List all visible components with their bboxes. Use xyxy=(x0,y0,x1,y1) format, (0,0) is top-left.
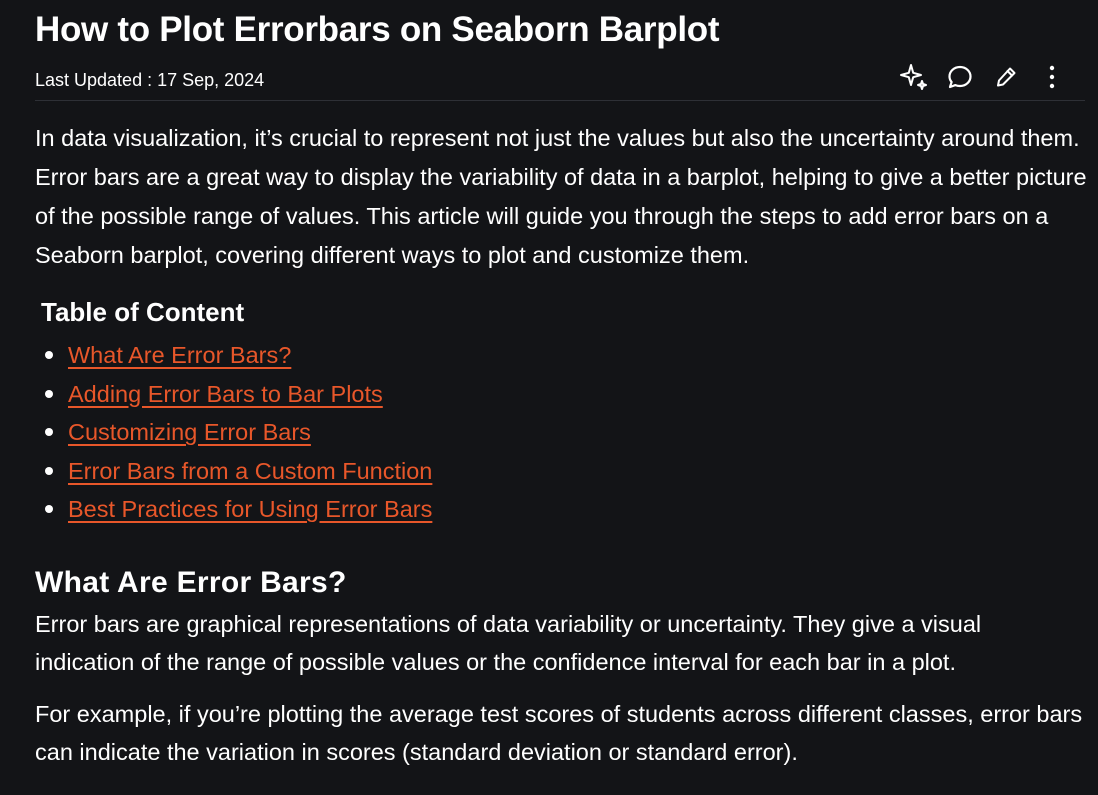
toc-link-best-practices[interactable]: Best Practices for Using Error Bars xyxy=(68,496,432,522)
toc-title: Table of Content xyxy=(41,297,245,327)
article: How to Plot Errorbars on Seaborn Barplot… xyxy=(35,0,1087,772)
toc-list: What Are Error Bars? Adding Error Bars t… xyxy=(35,336,1085,529)
article-actions xyxy=(897,60,1069,94)
bullet-icon xyxy=(45,389,53,398)
toc-link-what-are-error-bars[interactable]: What Are Error Bars? xyxy=(68,342,291,368)
section-heading: What Are Error Bars? xyxy=(35,565,347,599)
toc-item: Customizing Error Bars xyxy=(35,413,1085,452)
toc-item: Best Practices for Using Error Bars xyxy=(35,490,1085,529)
bullet-icon xyxy=(45,428,53,436)
last-updated-date: Last Updated : 17 Sep, 2024 xyxy=(35,70,265,90)
toc-item: Adding Error Bars to Bar Plots xyxy=(35,375,1085,414)
article-title: How to Plot Errorbars on Seaborn Barplot xyxy=(35,10,720,49)
section-paragraph: Error bars are graphical representations… xyxy=(35,610,982,676)
bullet-icon xyxy=(45,505,53,513)
bullet-icon xyxy=(45,466,53,475)
more-vertical-icon[interactable] xyxy=(1035,60,1069,94)
edit-pencil-icon[interactable] xyxy=(989,60,1023,94)
comment-icon[interactable] xyxy=(943,60,977,94)
toc-item: What Are Error Bars? xyxy=(35,336,1085,375)
section-paragraph: For example, if you’re plotting the aver… xyxy=(35,700,1083,766)
toc-link-custom-function[interactable]: Error Bars from a Custom Function xyxy=(68,458,432,484)
toc-item: Error Bars from a Custom Function xyxy=(35,452,1085,491)
ai-sparkle-icon[interactable] xyxy=(897,60,931,94)
bullet-icon xyxy=(45,351,53,359)
toc-link-adding-error-bars[interactable]: Adding Error Bars to Bar Plots xyxy=(68,381,383,407)
toc-link-customizing-error-bars[interactable]: Customizing Error Bars xyxy=(68,419,311,445)
intro-paragraph: In data visualization, it’s crucial to r… xyxy=(35,125,1087,268)
article-meta-bar: Last Updated : 17 Sep, 2024 xyxy=(35,50,1085,101)
